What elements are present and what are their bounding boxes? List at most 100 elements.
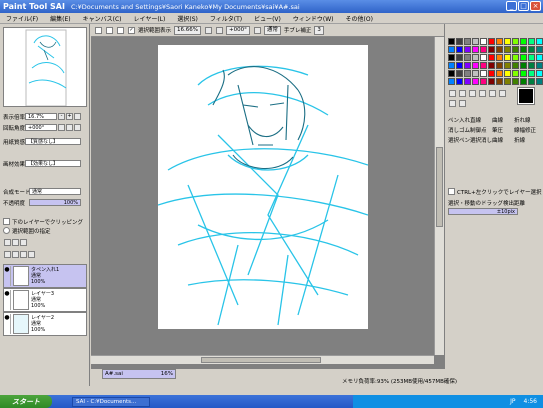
- color-swatch[interactable]: [504, 54, 511, 61]
- horizontal-scrollbar[interactable]: [91, 355, 434, 364]
- move-icon[interactable]: [479, 90, 486, 97]
- rotate-icon[interactable]: [253, 26, 261, 34]
- color-swatch[interactable]: [456, 70, 463, 77]
- vertical-scroll-thumb[interactable]: [436, 147, 443, 227]
- color-swatch[interactable]: [480, 78, 487, 85]
- color-swatch[interactable]: [464, 78, 471, 85]
- color-swatch[interactable]: [520, 46, 527, 53]
- color-swatch[interactable]: [512, 70, 519, 77]
- navigator-preview[interactable]: [3, 27, 87, 107]
- tool-polyline[interactable]: 折れ線: [514, 116, 536, 124]
- delete-layer-icon[interactable]: [28, 251, 35, 258]
- ctrl-select-checkbox[interactable]: [448, 188, 455, 195]
- select-icon[interactable]: [449, 90, 456, 97]
- color-swatch[interactable]: [472, 54, 479, 61]
- zoom-in-icon[interactable]: [216, 26, 223, 34]
- vertical-scrollbar[interactable]: [434, 37, 444, 355]
- eyedropper-icon[interactable]: [459, 100, 466, 107]
- menu-window[interactable]: ウィンドウ(W): [287, 14, 340, 23]
- color-swatch[interactable]: [448, 54, 455, 61]
- new-linework-layer-icon[interactable]: [12, 239, 19, 246]
- color-swatch[interactable]: [488, 46, 495, 53]
- zoom-out-button[interactable]: -: [58, 113, 65, 120]
- color-swatch[interactable]: [480, 38, 487, 45]
- selection-toggle-checkbox[interactable]: ✓: [128, 26, 135, 34]
- menu-select[interactable]: 選択(S): [171, 14, 204, 23]
- menu-file[interactable]: ファイル(F): [0, 14, 44, 23]
- close-button[interactable]: ×: [530, 1, 541, 11]
- drawing-canvas[interactable]: [157, 45, 369, 329]
- color-swatch[interactable]: [504, 78, 511, 85]
- rotate-left-button[interactable]: [58, 124, 65, 131]
- color-swatch[interactable]: [448, 70, 455, 77]
- rotate-reset-button[interactable]: [74, 124, 81, 131]
- transfer-down-icon[interactable]: [4, 251, 11, 258]
- color-swatch[interactable]: [456, 78, 463, 85]
- layer-row[interactable]: ● タペン入れ1 通常 100%: [3, 264, 87, 288]
- color-swatch[interactable]: [536, 62, 543, 69]
- color-swatch[interactable]: [448, 78, 455, 85]
- opacity-slider[interactable]: 100%: [29, 199, 81, 206]
- tool-eraser[interactable]: 消しゴム: [448, 126, 470, 134]
- color-swatch[interactable]: [512, 54, 519, 61]
- color-swatch[interactable]: [472, 62, 479, 69]
- color-swatch[interactable]: [504, 38, 511, 45]
- tool-curve-2[interactable]: 曲線: [492, 136, 514, 144]
- color-swatch[interactable]: [536, 46, 543, 53]
- menu-other[interactable]: その他(O): [340, 14, 379, 23]
- hand-icon[interactable]: [449, 100, 456, 107]
- color-swatch[interactable]: [488, 38, 495, 45]
- minimize-button[interactable]: _: [506, 1, 517, 11]
- blend-mode-select[interactable]: 通常: [29, 188, 81, 195]
- horizontal-scroll-thumb[interactable]: [201, 357, 321, 363]
- color-swatch[interactable]: [480, 62, 487, 69]
- zoom-field[interactable]: 16.7%: [25, 113, 57, 120]
- color-swatch[interactable]: [448, 62, 455, 69]
- color-swatch[interactable]: [464, 46, 471, 53]
- color-swatch[interactable]: [464, 54, 471, 61]
- tool-pressure[interactable]: 筆圧: [492, 126, 514, 134]
- color-swatch[interactable]: [488, 54, 495, 61]
- tool-edit[interactable]: 制御点: [470, 126, 492, 134]
- deselect-icon[interactable]: [117, 26, 124, 34]
- clear-layer-icon[interactable]: [20, 251, 27, 258]
- layer-row[interactable]: ● レイヤー2 通常 100%: [3, 312, 87, 336]
- tool-weight[interactable]: 線幅修正: [514, 126, 536, 134]
- start-button[interactable]: スタート: [0, 395, 52, 408]
- eye-icon[interactable]: ●: [4, 314, 11, 334]
- color-swatch[interactable]: [528, 78, 535, 85]
- color-swatch[interactable]: [496, 46, 503, 53]
- stabilizer-select[interactable]: 3: [314, 25, 324, 35]
- color-swatch[interactable]: [456, 38, 463, 45]
- rotate-field[interactable]: +000°: [25, 124, 57, 131]
- color-swatch[interactable]: [504, 46, 511, 53]
- menu-edit[interactable]: 編集(E): [44, 14, 76, 23]
- effect-select[interactable]: 【効果なし】: [25, 160, 81, 167]
- taskbar-item-sai[interactable]: SAI - C:¥Documents...: [72, 396, 150, 407]
- color-swatch[interactable]: [496, 62, 503, 69]
- zoom-tool-icon[interactable]: [489, 90, 496, 97]
- zoom-reset-button[interactable]: [74, 113, 81, 120]
- color-swatch[interactable]: [528, 46, 535, 53]
- color-swatch[interactable]: [512, 46, 519, 53]
- tool-line[interactable]: 直線: [470, 116, 492, 124]
- menu-canvas[interactable]: キャンバス(C): [77, 14, 128, 23]
- menu-view[interactable]: ビュー(V): [248, 14, 287, 23]
- color-swatch[interactable]: [536, 38, 543, 45]
- color-swatch[interactable]: [496, 70, 503, 77]
- color-swatch[interactable]: [512, 38, 519, 45]
- clipping-checkbox[interactable]: [3, 218, 10, 225]
- color-swatch[interactable]: [520, 70, 527, 77]
- eye-icon[interactable]: ●: [4, 266, 11, 286]
- magic-wand-icon[interactable]: [469, 90, 476, 97]
- color-swatch[interactable]: [472, 78, 479, 85]
- color-swatch[interactable]: [464, 62, 471, 69]
- color-swatch[interactable]: [528, 54, 535, 61]
- color-swatch[interactable]: [448, 46, 455, 53]
- color-swatch[interactable]: [520, 54, 527, 61]
- color-swatch[interactable]: [504, 70, 511, 77]
- color-swatch[interactable]: [480, 46, 487, 53]
- mode-select[interactable]: 通常: [263, 25, 281, 35]
- texture-select[interactable]: 【質感なし】: [25, 138, 81, 145]
- color-swatch[interactable]: [536, 54, 543, 61]
